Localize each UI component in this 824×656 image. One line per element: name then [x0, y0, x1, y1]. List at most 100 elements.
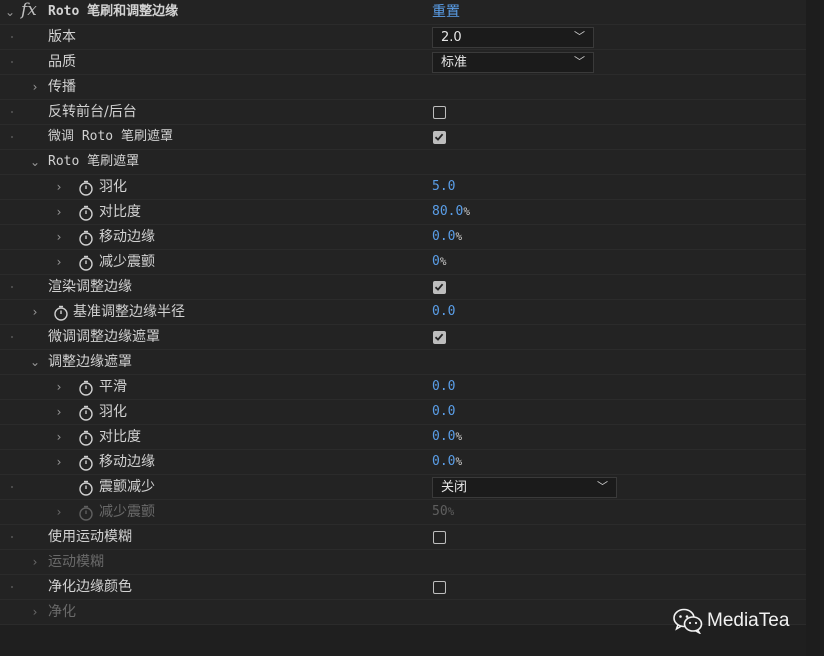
rm-contrast-label: 对比度: [99, 204, 141, 220]
watermark-text: MediaTea: [707, 610, 790, 631]
base-radius-row: › 基准调整边缘半径 0.0: [0, 300, 806, 325]
chevron-right-icon: ›: [56, 505, 62, 519]
tree-dot: [11, 286, 13, 288]
em-shift-value[interactable]: 0.0%: [432, 453, 462, 471]
rm-shift-value[interactable]: 0.0%: [432, 228, 462, 246]
decontaminate-row: 净化边缘颜色: [0, 575, 806, 600]
stopwatch-icon[interactable]: [77, 404, 95, 422]
em-chatter-mode-row: 震颤减少 关闭 ﹀: [0, 475, 806, 500]
render-edge-label: 渲染调整边缘: [48, 279, 132, 295]
em-contrast-label: 对比度: [99, 429, 141, 445]
chevron-right-icon[interactable]: ›: [53, 253, 65, 271]
tree-dot: [11, 536, 13, 538]
quality-dropdown[interactable]: 标准 ﹀: [432, 52, 594, 73]
chevron-right-icon[interactable]: ›: [53, 453, 65, 471]
refine-edge-matte-label: 微调调整边缘遮罩: [48, 329, 160, 345]
stopwatch-icon[interactable]: [77, 429, 95, 447]
em-feather-value[interactable]: 0.0: [432, 403, 455, 421]
version-row: 版本 2.0 ﹀: [0, 25, 806, 50]
tree-dot: [11, 486, 13, 488]
chevron-right-icon[interactable]: ›: [53, 203, 65, 221]
em-feather-label: 羽化: [99, 404, 127, 420]
chevron-down-icon[interactable]: ⌄: [29, 353, 41, 371]
refine-roto-row: 微调 Roto 笔刷遮罩: [0, 125, 806, 150]
effect-controls-panel: ⌄ fx Roto 笔刷和调整边缘 重置 版本 2.0 ﹀ 品质 标准 ﹀ › …: [0, 0, 806, 650]
refine-edge-matte-checkbox[interactable]: [433, 331, 446, 344]
rm-shift-row: › 移动边缘 0.0%: [0, 225, 806, 250]
stopwatch-icon[interactable]: [77, 454, 95, 472]
tree-dot: [11, 136, 13, 138]
version-label: 版本: [48, 29, 76, 45]
edge-matte-group-label[interactable]: 调整边缘遮罩: [48, 353, 132, 371]
reset-link[interactable]: 重置: [432, 3, 460, 21]
decontam-group-label: 净化: [48, 604, 76, 620]
tree-dot: [11, 61, 13, 63]
rm-chatter-row: › 减少震颤 0%: [0, 250, 806, 275]
rm-feather-value[interactable]: 5.0: [432, 178, 455, 196]
base-radius-value[interactable]: 0.0: [432, 303, 455, 321]
em-shift-label: 移动边缘: [99, 454, 155, 470]
checkmark-icon: [434, 133, 444, 141]
base-radius-label: 基准调整边缘半径: [73, 304, 185, 320]
em-smooth-value[interactable]: 0.0: [432, 378, 455, 396]
chevron-right-icon[interactable]: ›: [29, 303, 41, 321]
stopwatch-icon[interactable]: [77, 379, 95, 397]
motion-blur-row: 使用运动模糊: [0, 525, 806, 550]
stopwatch-icon[interactable]: [77, 254, 95, 272]
stopwatch-icon[interactable]: [77, 479, 95, 497]
render-edge-checkbox[interactable]: [433, 281, 446, 294]
decontaminate-checkbox[interactable]: [433, 581, 446, 594]
chevron-right-icon[interactable]: ›: [53, 428, 65, 446]
chevron-right-icon[interactable]: ›: [53, 378, 65, 396]
scrollbar-track[interactable]: [806, 0, 824, 656]
em-chatter-value: 50%: [432, 504, 455, 519]
chatter-mode-dropdown[interactable]: 关闭 ﹀: [432, 477, 617, 498]
invert-row: 反转前台/后台: [0, 100, 806, 125]
propagation-label[interactable]: 传播: [48, 78, 76, 96]
edge-matte-group-row: ⌄ 调整边缘遮罩: [0, 350, 806, 375]
chevron-down-icon: ﹀: [574, 55, 585, 68]
rm-shift-label: 移动边缘: [99, 229, 155, 245]
em-contrast-row: › 对比度 0.0%: [0, 425, 806, 450]
rm-contrast-row: › 对比度 80.0%: [0, 200, 806, 225]
chevron-right-icon[interactable]: ›: [29, 78, 41, 96]
tree-dot: [11, 336, 13, 338]
wechat-icon: [673, 608, 703, 635]
chevron-down-icon[interactable]: ⌄: [4, 3, 16, 21]
tree-dot: [11, 586, 13, 588]
rm-chatter-value[interactable]: 0%: [432, 253, 446, 271]
stopwatch-icon[interactable]: [77, 179, 95, 197]
checkmark-icon: [434, 333, 444, 341]
propagation-row: › 传播: [0, 75, 806, 100]
chevron-right-icon: ›: [32, 605, 38, 619]
refine-edge-matte-row: 微调调整边缘遮罩: [0, 325, 806, 350]
version-value: 2.0: [441, 30, 462, 45]
em-feather-row: › 羽化 0.0: [0, 400, 806, 425]
fx-icon[interactable]: fx: [21, 0, 37, 20]
rm-contrast-value[interactable]: 80.0%: [432, 203, 470, 221]
em-chatter-label: 减少震颤: [99, 504, 155, 520]
version-dropdown[interactable]: 2.0 ﹀: [432, 27, 594, 48]
tree-dot: [11, 36, 13, 38]
effect-name: Roto 笔刷和调整边缘: [48, 4, 179, 19]
motion-blur-group-row: › 运动模糊: [0, 550, 806, 575]
chevron-right-icon[interactable]: ›: [53, 228, 65, 246]
refine-roto-checkbox[interactable]: [433, 131, 446, 144]
chevron-right-icon[interactable]: ›: [53, 178, 65, 196]
stopwatch-icon[interactable]: [52, 304, 70, 322]
roto-matte-group-label[interactable]: Roto 笔刷遮罩: [48, 153, 139, 171]
em-contrast-value[interactable]: 0.0%: [432, 428, 462, 446]
stopwatch-icon: [79, 505, 93, 521]
chatter-mode-value: 关闭: [441, 480, 468, 495]
stopwatch-icon[interactable]: [77, 204, 95, 222]
em-smooth-row: › 平滑 0.0: [0, 375, 806, 400]
chevron-right-icon[interactable]: ›: [53, 403, 65, 421]
watermark: MediaTea: [673, 608, 789, 636]
quality-row: 品质 标准 ﹀: [0, 50, 806, 75]
rm-feather-row: › 羽化 5.0: [0, 175, 806, 200]
motion-blur-checkbox[interactable]: [433, 531, 446, 544]
stopwatch-icon[interactable]: [77, 229, 95, 247]
chevron-down-icon[interactable]: ⌄: [29, 153, 41, 171]
quality-value: 标准: [441, 55, 468, 70]
invert-checkbox[interactable]: [433, 106, 446, 119]
